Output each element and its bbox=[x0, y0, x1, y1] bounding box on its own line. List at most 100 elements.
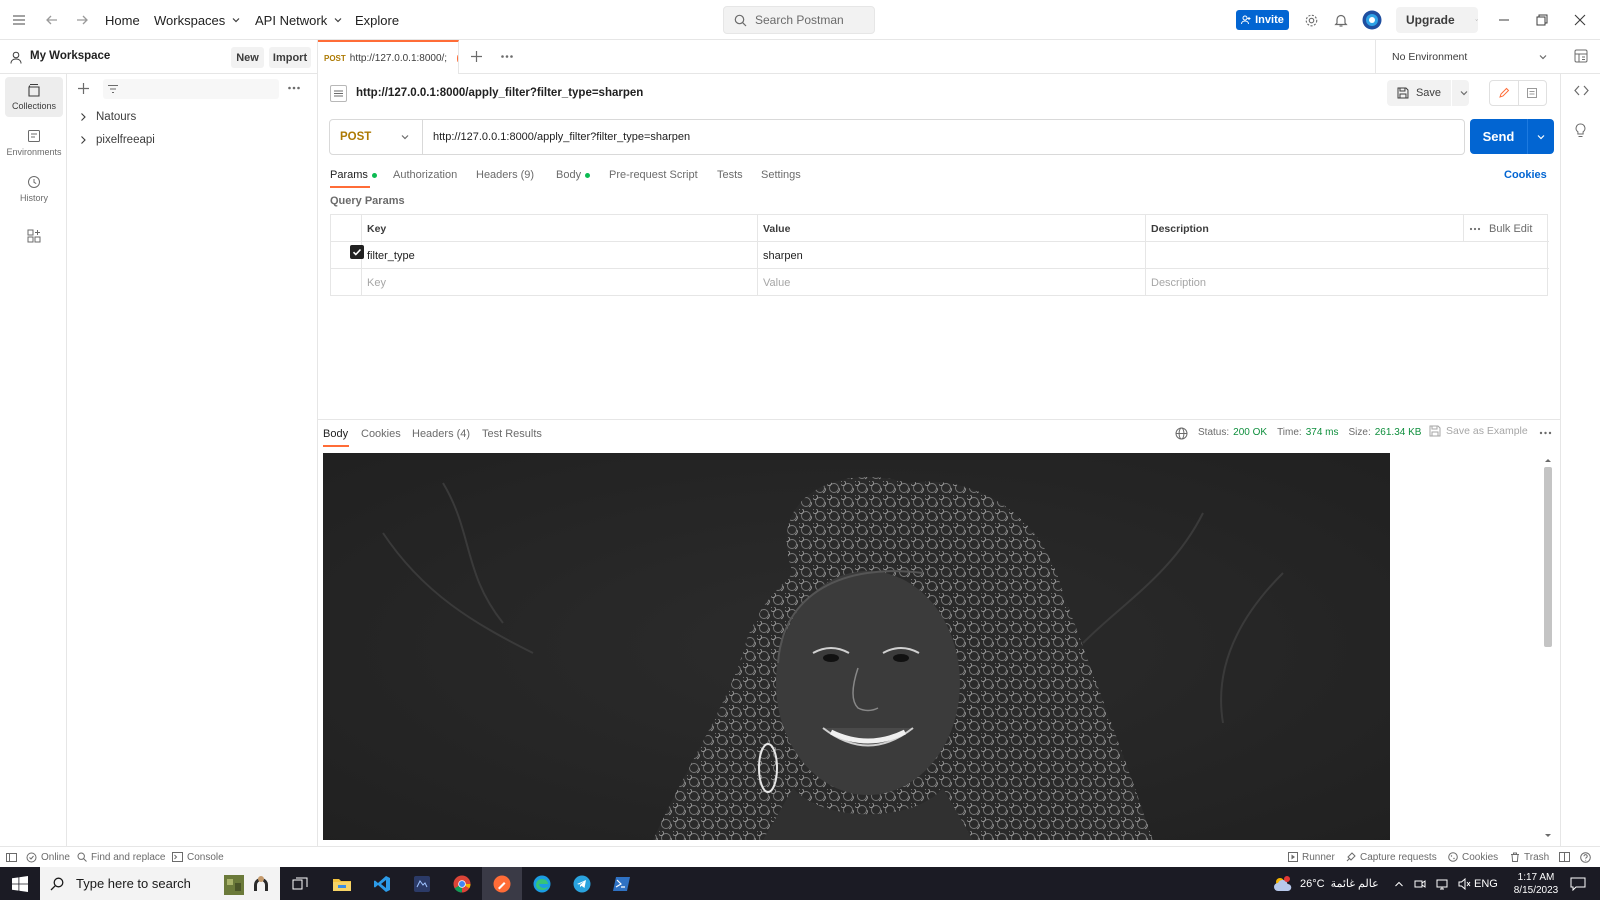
new-button[interactable]: New bbox=[231, 47, 264, 68]
save-button[interactable]: Save bbox=[1387, 80, 1469, 106]
more-options-icon[interactable] bbox=[1469, 225, 1481, 233]
response-tab-test-results[interactable]: Test Results bbox=[482, 424, 542, 444]
more-options-icon[interactable] bbox=[287, 83, 301, 93]
collection-item[interactable]: pixelfreeapi bbox=[79, 130, 155, 150]
chevron-up-icon[interactable] bbox=[1394, 879, 1404, 889]
task-view-icon[interactable] bbox=[280, 867, 320, 900]
chrome-icon[interactable] bbox=[442, 867, 482, 900]
meet-now-icon[interactable] bbox=[1414, 878, 1426, 890]
response-scrollbar[interactable] bbox=[1543, 457, 1553, 839]
forward-arrow-icon[interactable] bbox=[75, 0, 89, 40]
postman-app-icon[interactable] bbox=[482, 867, 522, 900]
language-indicator[interactable]: ENG bbox=[1474, 867, 1498, 900]
environment-selector[interactable]: No Environment bbox=[1375, 40, 1560, 74]
menu-icon[interactable] bbox=[12, 0, 26, 40]
globe-icon[interactable] bbox=[1175, 427, 1188, 440]
rail-environments[interactable]: Environments bbox=[5, 123, 63, 163]
edit-pencil-icon[interactable] bbox=[1490, 81, 1519, 105]
edge-icon[interactable] bbox=[522, 867, 562, 900]
powershell-icon[interactable] bbox=[602, 867, 642, 900]
console-button[interactable]: Console bbox=[172, 847, 224, 867]
chevron-down-icon[interactable] bbox=[1459, 88, 1469, 98]
workspace-name[interactable]: My Workspace bbox=[30, 50, 110, 62]
minimize-icon[interactable] bbox=[1498, 0, 1510, 40]
weather-widget[interactable]: 26°C عالم غائمة bbox=[1272, 867, 1379, 900]
collection-item[interactable]: Natours bbox=[79, 107, 136, 127]
environment-quick-look-icon[interactable] bbox=[1574, 49, 1588, 63]
param-key-input[interactable]: filter_type bbox=[361, 242, 757, 269]
bulk-edit-link[interactable]: Bulk Edit bbox=[1489, 223, 1532, 235]
add-collection-plus-icon[interactable] bbox=[77, 82, 90, 95]
cookies-link[interactable]: Cookies bbox=[1504, 165, 1547, 185]
notifications-bell-icon[interactable] bbox=[1334, 0, 1348, 40]
new-key-input[interactable]: Key bbox=[361, 269, 757, 296]
find-replace-button[interactable]: Find and replace bbox=[77, 847, 166, 867]
upgrade-button[interactable]: Upgrade bbox=[1396, 7, 1478, 33]
trash-button[interactable]: Trash bbox=[1510, 847, 1549, 867]
response-tab-body[interactable]: Body bbox=[323, 424, 348, 444]
help-icon[interactable] bbox=[1580, 847, 1591, 867]
back-arrow-icon[interactable] bbox=[45, 0, 59, 40]
search-box[interactable]: Search Postman bbox=[723, 6, 875, 34]
cookies-button[interactable]: Cookies bbox=[1448, 847, 1498, 867]
request-title[interactable]: http://127.0.0.1:8000/apply_filter?filte… bbox=[356, 87, 643, 99]
response-tab-headers[interactable]: Headers (4) bbox=[412, 424, 470, 444]
add-tab-plus-icon[interactable] bbox=[470, 50, 483, 63]
online-status[interactable]: Online bbox=[26, 847, 70, 867]
new-description-input[interactable]: Description bbox=[1145, 269, 1548, 296]
tab-body[interactable]: Body bbox=[556, 165, 591, 185]
capture-requests-button[interactable]: Capture requests bbox=[1346, 847, 1437, 867]
size-value[interactable]: 261.34 KB bbox=[1375, 427, 1422, 438]
unsaved-dot[interactable] bbox=[457, 54, 458, 62]
rail-configure[interactable] bbox=[5, 223, 63, 249]
documentation-icon[interactable] bbox=[1519, 81, 1547, 105]
invite-button[interactable]: Invite bbox=[1236, 10, 1289, 30]
network-icon[interactable] bbox=[1436, 878, 1448, 890]
windows-start-icon[interactable] bbox=[0, 867, 40, 900]
chevron-down-icon[interactable] bbox=[1536, 132, 1546, 142]
param-value-input[interactable]: sharpen bbox=[757, 242, 1145, 269]
two-pane-icon[interactable] bbox=[1559, 847, 1570, 867]
save-as-example-button[interactable]: Save as Example bbox=[1429, 425, 1528, 437]
restore-icon[interactable] bbox=[1536, 0, 1548, 40]
close-icon[interactable] bbox=[1574, 0, 1586, 40]
request-tab[interactable]: POST http://127.0.0.1:8000/; bbox=[318, 40, 459, 74]
tab-headers[interactable]: Headers (9) bbox=[476, 165, 534, 185]
rail-collections[interactable]: Collections bbox=[5, 77, 63, 117]
volume-muted-icon[interactable] bbox=[1458, 877, 1471, 890]
method-select[interactable]: POST bbox=[330, 120, 423, 154]
tab-params[interactable]: Params bbox=[330, 165, 377, 185]
settings-gear-icon[interactable] bbox=[1304, 0, 1319, 40]
app-icon[interactable] bbox=[402, 867, 442, 900]
send-button[interactable]: Send bbox=[1470, 119, 1554, 154]
nav-workspaces[interactable]: Workspaces bbox=[154, 0, 241, 40]
nav-home[interactable]: Home bbox=[105, 0, 140, 40]
nav-explore[interactable]: Explore bbox=[355, 0, 399, 40]
url-input[interactable]: http://127.0.0.1:8000/apply_filter?filte… bbox=[423, 131, 690, 143]
file-explorer-icon[interactable] bbox=[322, 867, 362, 900]
notification-center-icon[interactable] bbox=[1570, 867, 1586, 900]
vscode-icon[interactable] bbox=[362, 867, 402, 900]
clock[interactable]: 1:17 AM 8/15/2023 bbox=[1510, 867, 1562, 900]
lightbulb-icon[interactable] bbox=[1574, 123, 1587, 138]
tab-authorization[interactable]: Authorization bbox=[393, 165, 457, 185]
code-icon[interactable] bbox=[1574, 84, 1589, 97]
status-value[interactable]: 200 OK bbox=[1233, 427, 1267, 438]
response-tab-cookies[interactable]: Cookies bbox=[361, 424, 401, 444]
param-description-input[interactable] bbox=[1145, 242, 1548, 269]
time-value[interactable]: 374 ms bbox=[1306, 427, 1339, 438]
import-button[interactable]: Import bbox=[269, 47, 311, 68]
tab-pre-request-script[interactable]: Pre-request Script bbox=[609, 165, 698, 185]
telegram-icon[interactable] bbox=[562, 867, 602, 900]
rail-history[interactable]: History bbox=[5, 169, 63, 209]
tab-tests[interactable]: Tests bbox=[717, 165, 743, 185]
more-tabs-icon[interactable] bbox=[500, 50, 514, 63]
nav-api-network[interactable]: API Network bbox=[255, 0, 343, 40]
toggle-sidebar-icon[interactable] bbox=[6, 847, 17, 867]
runner-button[interactable]: Runner bbox=[1288, 847, 1335, 867]
new-value-input[interactable]: Value bbox=[757, 269, 1145, 296]
tab-settings[interactable]: Settings bbox=[761, 165, 801, 185]
avatar[interactable] bbox=[1362, 0, 1382, 40]
taskbar-search[interactable]: Type here to search bbox=[40, 867, 280, 900]
more-options-icon[interactable] bbox=[1539, 430, 1552, 436]
